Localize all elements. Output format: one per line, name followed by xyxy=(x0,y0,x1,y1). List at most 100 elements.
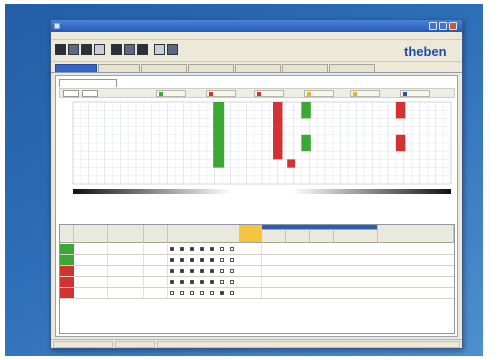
column-header[interactable] xyxy=(60,225,74,243)
cut-icon[interactable] xyxy=(111,44,122,55)
day-checkbox[interactable] xyxy=(190,280,194,284)
day-checkbox[interactable] xyxy=(200,247,204,251)
undo-icon[interactable] xyxy=(154,44,165,55)
day-checkbox[interactable] xyxy=(210,269,214,273)
toolbar: theben xyxy=(51,40,462,62)
schedule-block xyxy=(287,159,296,168)
column-header[interactable] xyxy=(108,225,144,243)
settings-icon[interactable] xyxy=(167,44,178,55)
legend-label xyxy=(313,91,333,96)
legend-item[interactable] xyxy=(304,90,334,97)
minimize-icon[interactable] xyxy=(429,22,437,30)
save-icon[interactable] xyxy=(81,44,92,55)
status-indicator xyxy=(60,255,74,265)
table-row[interactable] xyxy=(60,288,454,299)
day-checkbox[interactable] xyxy=(190,247,194,251)
maximize-icon[interactable] xyxy=(439,22,447,30)
day-checkbox[interactable] xyxy=(170,291,174,295)
column-header[interactable] xyxy=(240,225,262,243)
tab[interactable] xyxy=(98,64,140,72)
schedule-chart xyxy=(72,101,452,194)
filter-row xyxy=(59,88,455,98)
day-checkbox[interactable] xyxy=(230,280,234,284)
day-checkbox[interactable] xyxy=(230,258,234,262)
day-checkbox[interactable] xyxy=(220,258,224,262)
new-file-icon[interactable] xyxy=(55,44,66,55)
table-cell xyxy=(240,255,262,265)
copy-icon[interactable] xyxy=(124,44,135,55)
column-header[interactable] xyxy=(74,225,108,243)
tab[interactable] xyxy=(188,64,234,72)
day-checkbox[interactable] xyxy=(210,291,214,295)
title-bar[interactable] xyxy=(51,20,462,32)
legend-label xyxy=(359,91,379,96)
table-row[interactable] xyxy=(60,255,454,266)
subtab-schedule[interactable] xyxy=(59,79,117,87)
tab-active[interactable] xyxy=(55,64,97,72)
tab[interactable] xyxy=(141,64,187,72)
legend-item[interactable] xyxy=(350,90,380,97)
menu-item[interactable] xyxy=(91,33,107,39)
status-left xyxy=(53,341,113,348)
menu-item[interactable] xyxy=(55,33,67,39)
status-indicator xyxy=(60,288,74,298)
legend-item[interactable] xyxy=(206,90,236,97)
gradient-bar-middle xyxy=(231,189,293,194)
day-checkbox[interactable] xyxy=(210,247,214,251)
day-checkbox[interactable] xyxy=(220,269,224,273)
column-header[interactable] xyxy=(378,225,454,243)
day-checkbox[interactable] xyxy=(230,247,234,251)
day-checkbox[interactable] xyxy=(200,291,204,295)
day-checkbox[interactable] xyxy=(190,291,194,295)
legend-item[interactable] xyxy=(254,90,284,97)
close-icon[interactable] xyxy=(449,22,457,30)
tab[interactable] xyxy=(329,64,375,72)
column-header[interactable] xyxy=(168,225,240,243)
legend-swatch xyxy=(353,92,357,96)
tab[interactable] xyxy=(282,64,328,72)
day-checkbox[interactable] xyxy=(170,269,174,273)
column-header[interactable] xyxy=(144,225,168,243)
open-folder-icon[interactable] xyxy=(68,44,79,55)
day-checkbox[interactable] xyxy=(200,269,204,273)
day-checkbox[interactable] xyxy=(230,291,234,295)
filter-dropdown-2[interactable] xyxy=(82,90,98,97)
day-checkbox[interactable] xyxy=(210,258,214,262)
day-checkbox[interactable] xyxy=(170,247,174,251)
day-checkbox[interactable] xyxy=(220,247,224,251)
day-checkbox[interactable] xyxy=(190,269,194,273)
day-checkbox[interactable] xyxy=(180,280,184,284)
legend-item[interactable] xyxy=(156,90,186,97)
day-checkbox[interactable] xyxy=(210,280,214,284)
tab[interactable] xyxy=(235,64,281,72)
table-cell xyxy=(240,266,262,276)
day-checkbox[interactable] xyxy=(170,280,174,284)
day-checkbox[interactable] xyxy=(220,280,224,284)
app-icon xyxy=(54,23,60,29)
paste-icon[interactable] xyxy=(137,44,148,55)
day-checkbox[interactable] xyxy=(180,258,184,262)
legend-label xyxy=(263,91,283,96)
day-checkbox[interactable] xyxy=(180,247,184,251)
table-cell xyxy=(144,255,168,265)
table-cell xyxy=(144,288,168,298)
table-row[interactable] xyxy=(60,244,454,255)
menu-item[interactable] xyxy=(125,33,135,39)
menu-item[interactable] xyxy=(109,33,123,39)
filter-dropdown-1[interactable] xyxy=(63,90,79,97)
day-checkbox[interactable] xyxy=(180,291,184,295)
theben-logo: theben xyxy=(404,44,447,59)
day-checkbox[interactable] xyxy=(200,258,204,262)
legend-item[interactable] xyxy=(400,90,430,97)
day-checkbox[interactable] xyxy=(170,258,174,262)
table-row[interactable] xyxy=(60,277,454,288)
day-checkbox[interactable] xyxy=(230,269,234,273)
day-checkbox[interactable] xyxy=(180,269,184,273)
table-cell xyxy=(108,277,144,287)
print-icon[interactable] xyxy=(94,44,105,55)
day-checkbox[interactable] xyxy=(200,280,204,284)
day-checkbox[interactable] xyxy=(220,291,224,295)
day-checkbox[interactable] xyxy=(190,258,194,262)
menu-item[interactable] xyxy=(69,33,89,39)
table-row[interactable] xyxy=(60,266,454,277)
